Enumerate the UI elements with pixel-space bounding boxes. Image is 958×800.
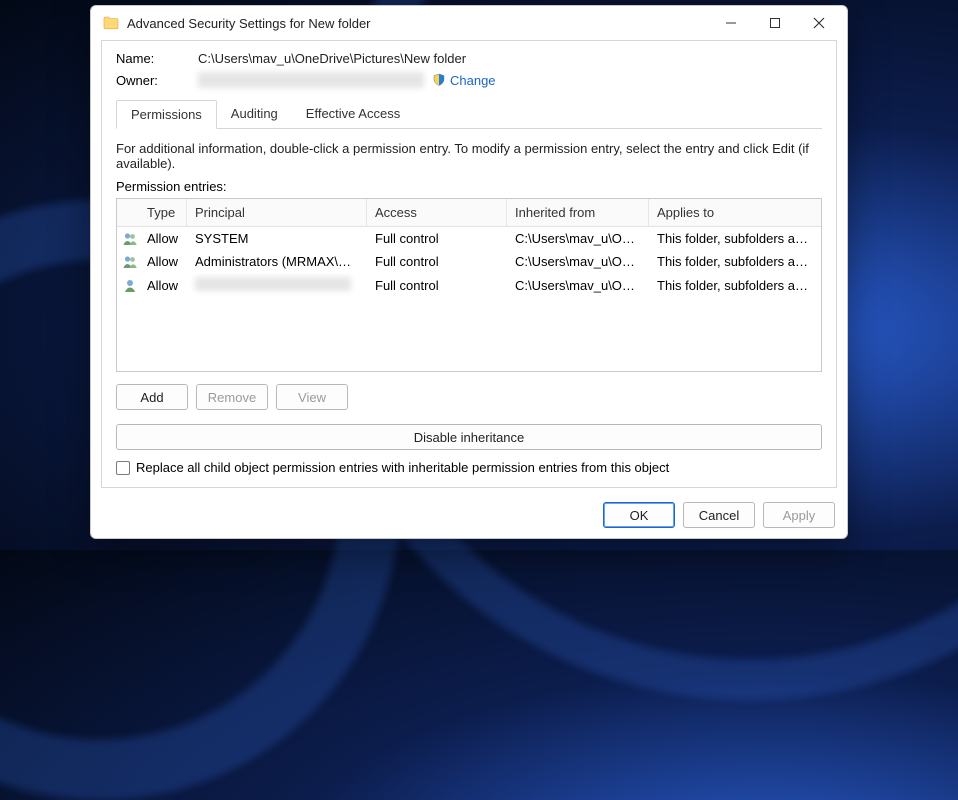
cell-applies: This folder, subfolders and files — [649, 227, 821, 250]
cell-inherited: C:\Users\mav_u\OneD… — [507, 227, 649, 250]
cell-type: Allow — [139, 227, 187, 250]
col-inherited[interactable]: Inherited from — [507, 199, 649, 226]
minimize-button[interactable] — [709, 9, 753, 37]
window-title: Advanced Security Settings for New folde… — [127, 16, 371, 31]
replace-child-checkbox[interactable] — [116, 461, 130, 475]
table-row[interactable]: Allow Full controlC:\Users\mav_u\OneD…Thi… — [117, 273, 821, 298]
col-type[interactable]: Type — [139, 199, 187, 226]
apply-button[interactable]: Apply — [763, 502, 835, 528]
owner-value-redacted — [198, 72, 424, 88]
entries-label: Permission entries: — [116, 179, 822, 194]
tabs: Permissions Auditing Effective Access — [116, 100, 822, 129]
col-applies[interactable]: Applies to — [649, 199, 821, 226]
cell-access: Full control — [367, 274, 507, 297]
maximize-button[interactable] — [753, 9, 797, 37]
tab-effective-access[interactable]: Effective Access — [292, 100, 414, 128]
cell-access: Full control — [367, 227, 507, 250]
tab-auditing[interactable]: Auditing — [217, 100, 292, 128]
folder-icon — [103, 15, 119, 31]
cell-applies: This folder, subfolders and files — [649, 274, 821, 297]
tab-permissions[interactable]: Permissions — [116, 100, 217, 129]
info-text: For additional information, double-click… — [116, 141, 822, 171]
dialog-content: Name: C:\Users\mav_u\OneDrive\Pictures\N… — [101, 40, 837, 488]
cell-inherited: C:\Users\mav_u\OneD… — [507, 274, 649, 297]
cell-applies: This folder, subfolders and files — [649, 250, 821, 273]
cell-type: Allow — [139, 274, 187, 297]
name-label: Name: — [116, 51, 198, 66]
ok-button[interactable]: OK — [603, 502, 675, 528]
cell-principal: SYSTEM — [187, 227, 367, 250]
change-owner-link[interactable]: Change — [450, 73, 496, 88]
cell-principal — [187, 273, 367, 298]
disable-inheritance-button[interactable]: Disable inheritance — [116, 424, 822, 450]
name-value: C:\Users\mav_u\OneDrive\Pictures\New fol… — [198, 51, 466, 66]
owner-label: Owner: — [116, 73, 198, 88]
col-principal[interactable]: Principal — [187, 199, 367, 226]
cell-type: Allow — [139, 250, 187, 273]
cell-principal: Administrators (MRMAX\Ad… — [187, 250, 367, 273]
user-icon — [117, 254, 139, 270]
user-icon — [117, 278, 139, 294]
shield-icon — [432, 73, 446, 87]
col-access[interactable]: Access — [367, 199, 507, 226]
table-row[interactable]: AllowSYSTEMFull controlC:\Users\mav_u\On… — [117, 227, 821, 250]
remove-button[interactable]: Remove — [196, 384, 268, 410]
cell-inherited: C:\Users\mav_u\OneD… — [507, 250, 649, 273]
dialog-footer: OK Cancel Apply — [91, 496, 847, 538]
cancel-button[interactable]: Cancel — [683, 502, 755, 528]
titlebar: Advanced Security Settings for New folde… — [91, 6, 847, 40]
table-row[interactable]: AllowAdministrators (MRMAX\Ad…Full contr… — [117, 250, 821, 273]
cell-access: Full control — [367, 250, 507, 273]
permission-entries-table: Type Principal Access Inherited from App… — [116, 198, 822, 372]
user-icon — [117, 231, 139, 247]
advanced-security-dialog: Advanced Security Settings for New folde… — [90, 5, 848, 539]
replace-child-label: Replace all child object permission entr… — [136, 460, 669, 475]
close-button[interactable] — [797, 9, 841, 37]
add-button[interactable]: Add — [116, 384, 188, 410]
view-button[interactable]: View — [276, 384, 348, 410]
